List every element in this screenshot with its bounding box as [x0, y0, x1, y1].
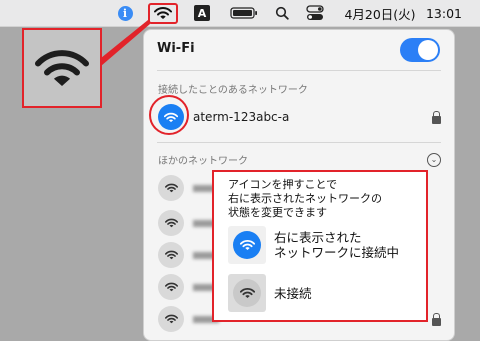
- wifi-large-icon: [35, 50, 89, 86]
- wifi-icon: [164, 250, 178, 260]
- legend-connected-line: 右に表示された: [274, 230, 362, 245]
- callout-line: アイコンを押すことで: [228, 178, 338, 191]
- legend-disconnected: 未接続: [228, 274, 312, 312]
- menu-date[interactable]: 4月20日(火): [340, 0, 420, 26]
- known-network-name[interactable]: aterm-123abc-a: [193, 110, 289, 124]
- known-network-wifi-icon[interactable]: [158, 104, 184, 130]
- input-method-label: A: [194, 5, 210, 21]
- callout-line: 状態を変更できます: [228, 206, 327, 219]
- wifi-icon: [164, 282, 178, 292]
- wifi-toggle[interactable]: [400, 38, 440, 62]
- wifi-highlight-box: [148, 2, 178, 24]
- control-center-icon[interactable]: [304, 0, 326, 26]
- other-network-wifi-icon[interactable]: [158, 210, 184, 236]
- legend-connected-label: 右に表示された ネットワークに接続中: [274, 230, 399, 260]
- other-network-wifi-icon[interactable]: [158, 242, 184, 268]
- legend-connected: 右に表示された ネットワークに接続中: [228, 226, 399, 264]
- menu-clock[interactable]: 13:01: [424, 0, 464, 26]
- menu-bar: i A 4月20日(火) 13:01: [0, 0, 480, 27]
- lock-icon: [432, 111, 441, 124]
- divider: [157, 70, 441, 71]
- disconnected-wifi-icon: [233, 279, 261, 307]
- other-networks-heading: ほかのネットワーク: [158, 156, 248, 167]
- callout-line: 右に表示されたネットワークの: [228, 192, 382, 205]
- wifi-menu-button[interactable]: [146, 0, 180, 26]
- wifi-icon: [164, 112, 178, 122]
- wifi-icon: [239, 239, 255, 250]
- known-networks-heading: 接続したことのあるネットワーク: [158, 85, 308, 96]
- wifi-icon: [164, 314, 178, 324]
- search-icon[interactable]: [272, 0, 292, 26]
- legend-disconnected-icon-box: [228, 274, 266, 312]
- info-icon[interactable]: i: [115, 0, 135, 26]
- callout-description: アイコンを押すことで 右に表示されたネットワークの 状態を変更できます: [228, 178, 424, 220]
- legend-disconnected-label: 未接続: [274, 285, 312, 301]
- chevron-down-icon[interactable]: ⌄: [427, 153, 441, 167]
- legend-connected-icon-box: [228, 226, 266, 264]
- search-glyph: [275, 6, 289, 20]
- explanation-callout: アイコンを押すことで 右に表示されたネットワークの 状態を変更できます 右に表示…: [212, 170, 428, 322]
- other-network-wifi-icon[interactable]: [158, 274, 184, 300]
- wifi-icon: [164, 183, 178, 193]
- magnified-wifi-callout: [22, 28, 102, 108]
- other-network-wifi-icon[interactable]: [158, 306, 184, 332]
- panel-title: Wi-Fi: [157, 41, 195, 56]
- input-method-icon[interactable]: A: [192, 0, 212, 26]
- info-icon-glyph: i: [117, 5, 133, 21]
- wifi-icon: [154, 7, 172, 19]
- battery-icon[interactable]: [228, 0, 260, 26]
- lock-icon: [432, 313, 441, 326]
- wifi-icon: [239, 287, 255, 298]
- divider: [157, 142, 441, 143]
- connected-wifi-icon: [233, 231, 261, 259]
- legend-connected-line: ネットワークに接続中: [274, 245, 400, 260]
- control-center-glyph: [306, 5, 324, 20]
- toggle-knob: [418, 40, 438, 60]
- battery-glyph: [230, 7, 257, 19]
- wifi-icon: [164, 218, 178, 228]
- other-network-wifi-icon[interactable]: [158, 175, 184, 201]
